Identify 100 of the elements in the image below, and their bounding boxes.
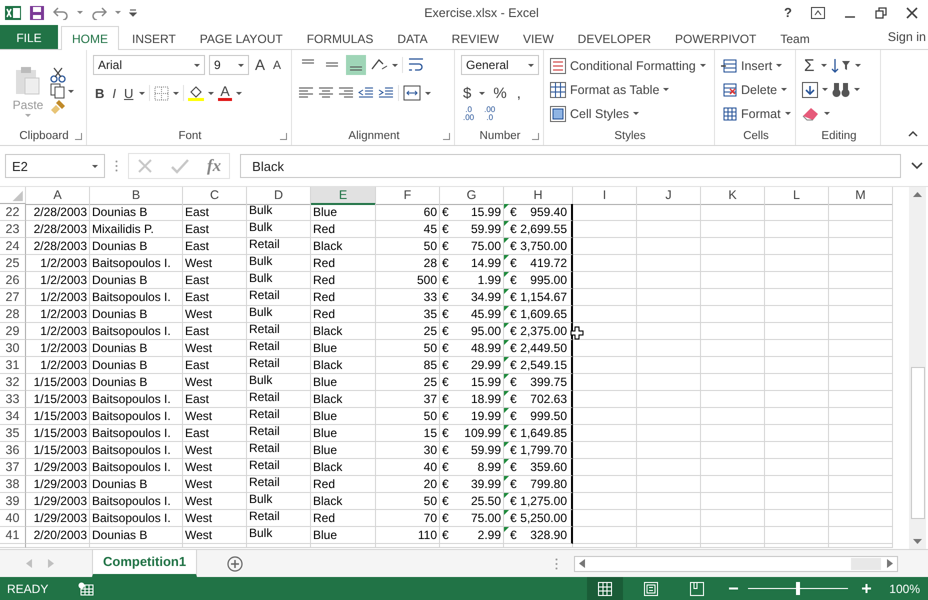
cut-icon[interactable] bbox=[50, 67, 66, 83]
borders-icon[interactable] bbox=[154, 86, 170, 100]
column-header[interactable]: B bbox=[90, 187, 183, 205]
macro-record-icon[interactable] bbox=[78, 582, 94, 596]
row-header[interactable]: 39 bbox=[0, 493, 26, 510]
caret-icon[interactable] bbox=[173, 92, 180, 94]
insert-cells-icon[interactable] bbox=[721, 58, 737, 74]
dialog-launcher-icon[interactable] bbox=[443, 133, 450, 140]
decrease-decimal-button[interactable]: .00 .0 bbox=[482, 106, 498, 122]
row-header[interactable]: 34 bbox=[0, 408, 26, 425]
normal-view-icon[interactable] bbox=[587, 577, 624, 600]
caret-icon[interactable] bbox=[77, 11, 83, 14]
restore-icon[interactable] bbox=[875, 6, 887, 18]
sheet-tab[interactable]: Competition1 bbox=[92, 550, 198, 576]
font-color-button[interactable]: A bbox=[218, 85, 232, 101]
styles-menu-button[interactable]: Format as Table bbox=[570, 82, 660, 96]
zoom-slider-thumb[interactable] bbox=[796, 582, 800, 595]
font-size-field[interactable]: 9 bbox=[209, 55, 249, 75]
caret-icon[interactable] bbox=[238, 64, 244, 66]
row-header[interactable]: 29 bbox=[0, 323, 26, 340]
error-indicator-icon[interactable] bbox=[504, 289, 509, 294]
row-header[interactable]: 40 bbox=[0, 510, 26, 527]
ribbon-display-icon[interactable] bbox=[811, 6, 825, 18]
caret-icon[interactable] bbox=[194, 64, 200, 66]
row-header[interactable]: 31 bbox=[0, 357, 26, 374]
add-sheet-icon[interactable] bbox=[227, 556, 244, 572]
bold-button[interactable]: B bbox=[93, 86, 106, 100]
error-indicator-icon[interactable] bbox=[504, 510, 509, 515]
conditional-formatting-icon[interactable] bbox=[550, 58, 566, 74]
row-header[interactable]: 27 bbox=[0, 289, 26, 306]
caret-icon[interactable] bbox=[854, 64, 861, 67]
caret-icon[interactable] bbox=[425, 92, 431, 94]
error-indicator-icon[interactable] bbox=[504, 476, 509, 481]
row-header[interactable]: 32 bbox=[0, 374, 26, 391]
caret-icon[interactable] bbox=[633, 112, 640, 115]
binoculars-icon[interactable] bbox=[832, 82, 850, 98]
decrease-indent-icon[interactable] bbox=[358, 86, 374, 100]
cell-styles-icon[interactable] bbox=[550, 106, 566, 122]
error-indicator-icon[interactable] bbox=[504, 408, 509, 413]
insert-function-button[interactable]: fx bbox=[207, 156, 222, 176]
percent-button[interactable]: % bbox=[491, 85, 509, 102]
row-header[interactable]: 38 bbox=[0, 476, 26, 493]
caret-icon[interactable] bbox=[115, 11, 121, 14]
caret-icon[interactable] bbox=[784, 112, 791, 115]
caret-icon[interactable] bbox=[68, 90, 74, 92]
zoom-level[interactable]: 100% bbox=[881, 582, 928, 596]
error-indicator-icon[interactable] bbox=[504, 442, 509, 447]
number-format-field[interactable]: General bbox=[461, 55, 539, 75]
autosum-button[interactable]: Σ bbox=[802, 56, 817, 76]
split-handle-icon[interactable] bbox=[555, 558, 558, 570]
vertical-scrollbar[interactable] bbox=[909, 187, 926, 549]
copy-icon[interactable] bbox=[50, 83, 66, 99]
ribbon-tab[interactable]: DATA bbox=[386, 26, 439, 50]
row-header[interactable]: 36 bbox=[0, 442, 26, 459]
ribbon-tab[interactable]: VIEW bbox=[512, 26, 565, 50]
enter-check-icon[interactable] bbox=[171, 158, 189, 174]
cells-menu-button[interactable]: Insert bbox=[741, 58, 772, 72]
sign-in-link[interactable]: Sign in bbox=[888, 30, 928, 44]
expand-icon[interactable] bbox=[911, 162, 923, 170]
caret-icon[interactable] bbox=[820, 64, 827, 67]
drag-handle-icon[interactable] bbox=[115, 160, 118, 172]
error-indicator-icon[interactable] bbox=[504, 272, 509, 277]
error-indicator-icon[interactable] bbox=[504, 340, 509, 345]
dialog-launcher-icon[interactable] bbox=[75, 133, 82, 140]
column-header[interactable]: H bbox=[504, 187, 573, 205]
column-header[interactable]: F bbox=[376, 187, 440, 205]
align-left-icon[interactable] bbox=[298, 86, 314, 100]
ribbon-tab[interactable]: FILE bbox=[0, 25, 58, 49]
column-header[interactable]: A bbox=[26, 187, 90, 205]
caret-icon[interactable] bbox=[822, 88, 828, 91]
error-indicator-icon[interactable] bbox=[504, 459, 509, 464]
column-header[interactable]: G bbox=[440, 187, 504, 205]
error-indicator-icon[interactable] bbox=[504, 221, 509, 226]
fill-color-icon[interactable] bbox=[188, 85, 204, 101]
ribbon-tab[interactable]: DEVELOPER bbox=[566, 26, 662, 50]
caret-icon[interactable] bbox=[776, 64, 782, 67]
shrink-font-button[interactable]: A bbox=[271, 58, 284, 72]
delete-cells-icon[interactable] bbox=[721, 82, 737, 98]
italic-button[interactable]: I bbox=[110, 86, 118, 100]
increase-decimal-button[interactable]: .0 .00 bbox=[461, 106, 476, 122]
error-indicator-icon[interactable] bbox=[504, 204, 509, 209]
caret-icon[interactable] bbox=[528, 64, 534, 66]
error-indicator-icon[interactable] bbox=[504, 374, 509, 379]
row-header[interactable]: 28 bbox=[0, 306, 26, 323]
error-indicator-icon[interactable] bbox=[504, 425, 509, 430]
fill-down-icon[interactable] bbox=[802, 82, 818, 98]
ribbon-tab[interactable]: FORMULAS bbox=[296, 26, 384, 50]
caret-icon[interactable] bbox=[700, 64, 706, 67]
comma-button[interactable]: , bbox=[514, 85, 523, 102]
help-button[interactable]: ? bbox=[784, 5, 792, 20]
caret-icon[interactable] bbox=[208, 92, 214, 94]
column-header[interactable]: I bbox=[573, 187, 637, 205]
styles-menu-button[interactable]: Conditional Formatting bbox=[570, 58, 696, 72]
caret-icon[interactable] bbox=[781, 88, 788, 91]
merge-cells-icon[interactable] bbox=[403, 85, 421, 101]
caret-icon[interactable] bbox=[92, 164, 98, 168]
column-header[interactable]: C bbox=[183, 187, 247, 205]
name-box[interactable]: E2 bbox=[5, 154, 105, 178]
currency-button[interactable]: $ bbox=[461, 85, 474, 102]
table-icon[interactable] bbox=[550, 82, 566, 98]
